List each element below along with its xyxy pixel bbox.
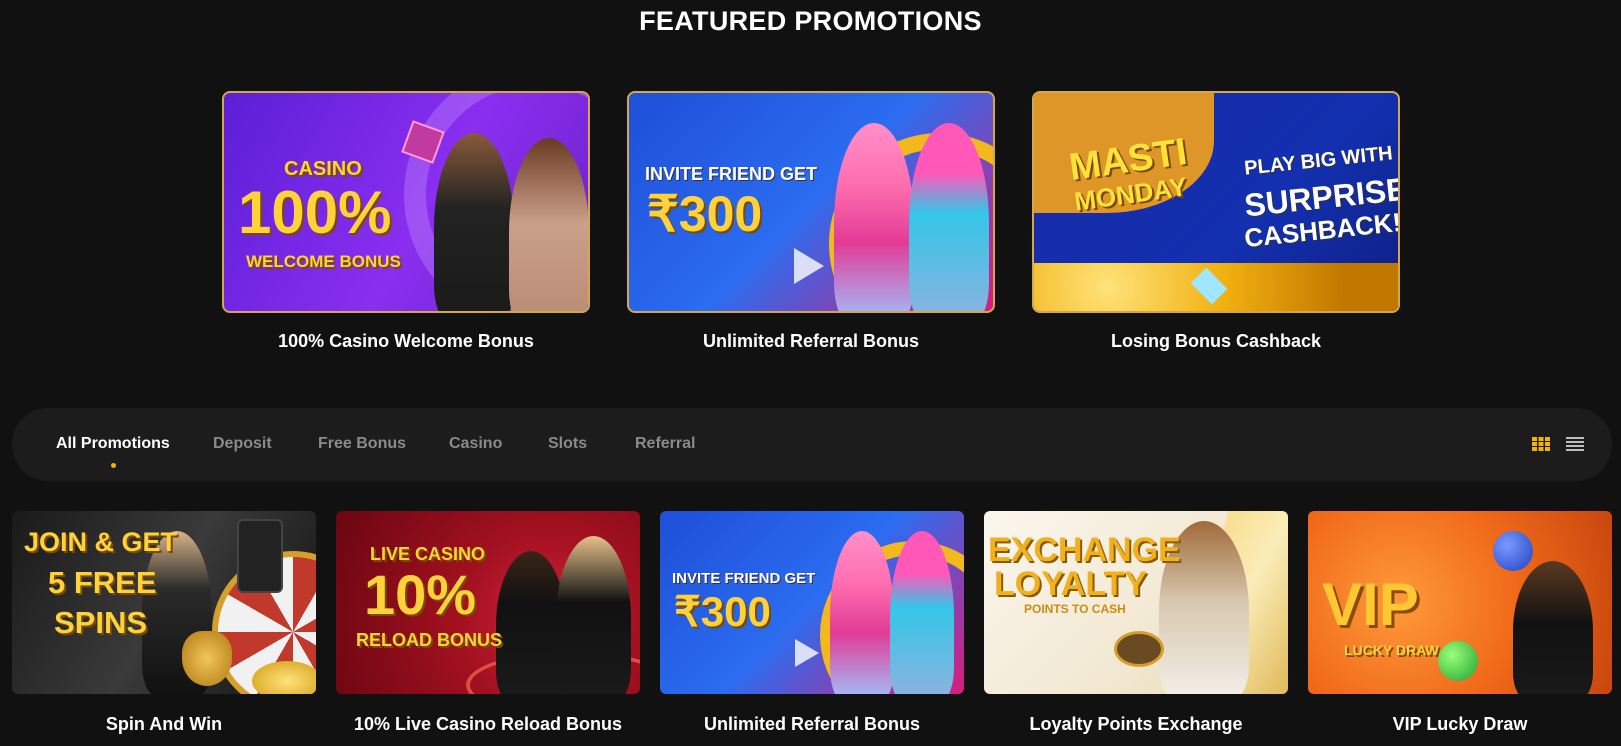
promotion-filter-bar: All Promotions Deposit Free Bonus Casino…	[12, 408, 1612, 481]
promotions-grid: JOIN & GET 5 FREE SPINS Spin And Win LIV…	[12, 511, 1612, 746]
tab-deposit[interactable]: Deposit	[213, 435, 272, 453]
tab-label: All Promotions	[56, 435, 170, 452]
promo-card-spin-and-win[interactable]: JOIN & GET 5 FREE SPINS Spin And Win	[12, 511, 316, 735]
tab-label: Deposit	[213, 435, 272, 452]
banner-line: 10%	[364, 563, 477, 626]
promo-card-loyalty-exchange[interactable]: EXCHANGE LOYALTY POINTS TO CASH Loyalty …	[984, 511, 1288, 735]
promo-label[interactable]: Spin And Win	[12, 714, 316, 735]
referral-banner[interactable]: INVITE FRIEND GET ₹300	[660, 511, 964, 694]
promo-card-live-casino-reload[interactable]: LIVE CASINO 10% RELOAD BONUS 10% Live Ca…	[336, 511, 640, 735]
tab-slots[interactable]: Slots	[548, 435, 587, 453]
banner-line: LIVE CASINO	[370, 544, 486, 564]
banner-line: 5 FREE	[48, 565, 157, 600]
featured-card-cashback[interactable]: MASTI MONDAY PLAY BIG WITH SURPRISE CASH…	[1032, 91, 1400, 352]
list-view-icon[interactable]	[1566, 436, 1584, 452]
promo-label[interactable]: VIP Lucky Draw	[1308, 714, 1612, 735]
banner-line: ₹300	[674, 588, 771, 635]
banner-line: LOYALTY	[994, 565, 1148, 603]
banner-line: CASINO	[284, 158, 362, 180]
banner-line: VIP	[1322, 571, 1419, 638]
tab-referral[interactable]: Referral	[635, 435, 695, 453]
tab-label: Slots	[548, 435, 588, 452]
vip-lucky-draw-banner[interactable]: VIP LUCKY DRAW	[1308, 511, 1612, 694]
featured-promotions: CASINO 100% WELCOME BONUS 100% Casino We…	[222, 91, 1400, 351]
tab-label: Free Bonus	[318, 435, 407, 452]
active-tab-indicator	[110, 463, 116, 468]
page-title: FEATURED PROMOTIONS	[639, 6, 982, 36]
cashback-banner[interactable]: MASTI MONDAY PLAY BIG WITH SURPRISE CASH…	[1032, 91, 1400, 313]
promo-card-vip-lucky-draw[interactable]: VIP LUCKY DRAW VIP Lucky Draw	[1308, 511, 1612, 735]
banner-line: WELCOME BONUS	[246, 252, 401, 271]
featured-label[interactable]: 100% Casino Welcome Bonus	[222, 331, 590, 352]
banner-line: RELOAD BONUS	[356, 630, 503, 650]
promo-label[interactable]: Loyalty Points Exchange	[984, 714, 1288, 735]
referral-banner[interactable]: INVITE FRIEND GET ₹300	[627, 91, 995, 313]
featured-card-referral[interactable]: INVITE FRIEND GET ₹300 Unlimited Referra…	[627, 91, 995, 352]
banner-line: INVITE FRIEND GET	[645, 164, 818, 184]
banner-line: JOIN & GET	[24, 527, 178, 557]
tab-all-promotions[interactable]: All Promotions	[56, 435, 170, 468]
tab-label: Casino	[449, 435, 503, 452]
banner-line: SPINS	[54, 605, 148, 640]
featured-label[interactable]: Unlimited Referral Bonus	[627, 331, 995, 352]
banner-line: INVITE FRIEND GET	[672, 570, 816, 587]
spin-and-win-banner[interactable]: JOIN & GET 5 FREE SPINS	[12, 511, 316, 694]
promo-label[interactable]: Unlimited Referral Bonus	[660, 714, 964, 735]
featured-card-casino-welcome[interactable]: CASINO 100% WELCOME BONUS 100% Casino We…	[222, 91, 590, 352]
featured-label[interactable]: Losing Bonus Cashback	[1032, 331, 1400, 352]
loyalty-exchange-banner[interactable]: EXCHANGE LOYALTY POINTS TO CASH	[984, 511, 1288, 694]
banner-line: EXCHANGE	[988, 531, 1181, 569]
promo-card-referral[interactable]: INVITE FRIEND GET ₹300 Unlimited Referra…	[660, 511, 964, 735]
casino-welcome-banner[interactable]: CASINO 100% WELCOME BONUS	[222, 91, 590, 313]
tab-label: Referral	[635, 435, 696, 452]
banner-line: LUCKY DRAW	[1344, 642, 1439, 658]
promo-label[interactable]: 10% Live Casino Reload Bonus	[336, 714, 640, 735]
tab-free-bonus[interactable]: Free Bonus	[318, 435, 406, 453]
banner-line: 100%	[238, 179, 392, 246]
tab-casino[interactable]: Casino	[449, 435, 502, 453]
banner-line: ₹300	[647, 186, 763, 242]
grid-view-icon[interactable]	[1532, 436, 1550, 452]
live-casino-reload-banner[interactable]: LIVE CASINO 10% RELOAD BONUS	[336, 511, 640, 694]
banner-line: POINTS TO CASH	[1024, 602, 1126, 616]
